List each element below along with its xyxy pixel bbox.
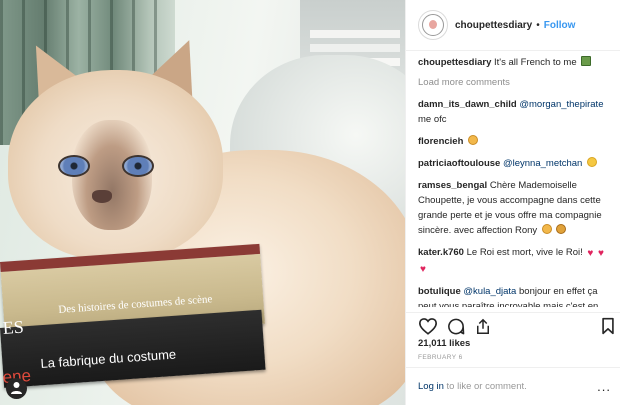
avatar-image xyxy=(422,14,444,36)
heart-emoji-icon: ♥ xyxy=(587,248,594,259)
post-photo[interactable]: ES Des histoires de costumes de scène La… xyxy=(0,0,405,405)
list-item: patriciaoftoulouse @leynna_metchan xyxy=(418,156,614,171)
login-bar: Log in to like or comment. ... xyxy=(406,367,620,405)
post-side-panel: choupettesdiary • Follow choupettesdiary… xyxy=(405,0,620,405)
comments-list[interactable]: choupettesdiary It's all French to me Lo… xyxy=(418,55,614,307)
heart-emoji-icon: ♥ xyxy=(420,264,426,275)
man-emoji-icon xyxy=(541,224,552,234)
smile-emoji-icon xyxy=(586,157,597,167)
caption: choupettesdiary It's all French to me xyxy=(418,55,614,70)
header-username[interactable]: choupettesdiary xyxy=(455,20,532,31)
action-bar xyxy=(406,312,620,335)
list-item: damn_its_dawn_child @morgan_thepirate me… xyxy=(418,97,614,127)
post-header: choupettesdiary • Follow xyxy=(406,0,620,51)
list-item: ramses_bengal Chère Mademoiselle Choupet… xyxy=(418,178,614,238)
likes-count[interactable]: 21,011 likes xyxy=(418,338,470,349)
list-item: kater.k760 Le Roi est mort, vive le Roi!… xyxy=(418,245,614,277)
bookmark-icon[interactable] xyxy=(601,317,615,335)
comment-mention[interactable]: @morgan_thepirate xyxy=(519,99,603,110)
login-prompt: Log in to like or comment. xyxy=(418,381,527,392)
caption-username[interactable]: choupettesdiary xyxy=(418,57,491,68)
comment-text: me ofc xyxy=(418,114,447,125)
book-top-partial-title: ES xyxy=(2,316,25,338)
comment-mention[interactable]: @kula_djata xyxy=(463,286,516,297)
share-icon[interactable] xyxy=(474,317,492,336)
cat-nose xyxy=(92,190,112,203)
crying-face-emoji-icon xyxy=(468,135,479,145)
list-item: botulique @kula_djata bonjour en effet ç… xyxy=(418,284,614,307)
cat-eye-left xyxy=(58,155,90,177)
heart-emoji-icon: ♥ xyxy=(597,248,604,259)
login-link[interactable]: Log in xyxy=(418,381,444,392)
comment-username[interactable]: ramses_bengal xyxy=(418,180,487,191)
comment-username[interactable]: patriciaoftoulouse xyxy=(418,158,500,169)
list-item: florencieh xyxy=(418,134,614,149)
comment-username[interactable]: damn_its_dawn_child xyxy=(418,99,517,110)
comment-username[interactable]: kater.k760 xyxy=(418,247,464,258)
follow-button[interactable]: Follow xyxy=(544,20,576,31)
avatar[interactable] xyxy=(418,10,448,40)
comment-mention[interactable]: @leynna_metchan xyxy=(503,158,582,169)
heart-icon[interactable] xyxy=(418,317,438,335)
book-emoji-icon xyxy=(581,56,592,66)
comment-icon[interactable] xyxy=(446,317,466,336)
comment-username[interactable]: botulique xyxy=(418,286,461,297)
person-icon xyxy=(11,382,22,394)
more-options-button[interactable]: ... xyxy=(597,379,611,394)
post-date[interactable]: FEBRUARY 6 xyxy=(418,354,463,361)
tagged-account-icon[interactable] xyxy=(6,378,27,399)
comment-username[interactable]: florencieh xyxy=(418,136,463,147)
login-prompt-text: to like or comment. xyxy=(446,381,527,392)
load-more-comments-button[interactable]: Load more comments xyxy=(418,77,614,88)
header-separator: • xyxy=(536,19,540,31)
cat-eye-right xyxy=(122,155,154,177)
comment-text: Le Roi est mort, vive le Roi! xyxy=(466,247,583,258)
caption-text: It's all French to me xyxy=(494,57,577,68)
lion-emoji-icon xyxy=(556,224,567,234)
